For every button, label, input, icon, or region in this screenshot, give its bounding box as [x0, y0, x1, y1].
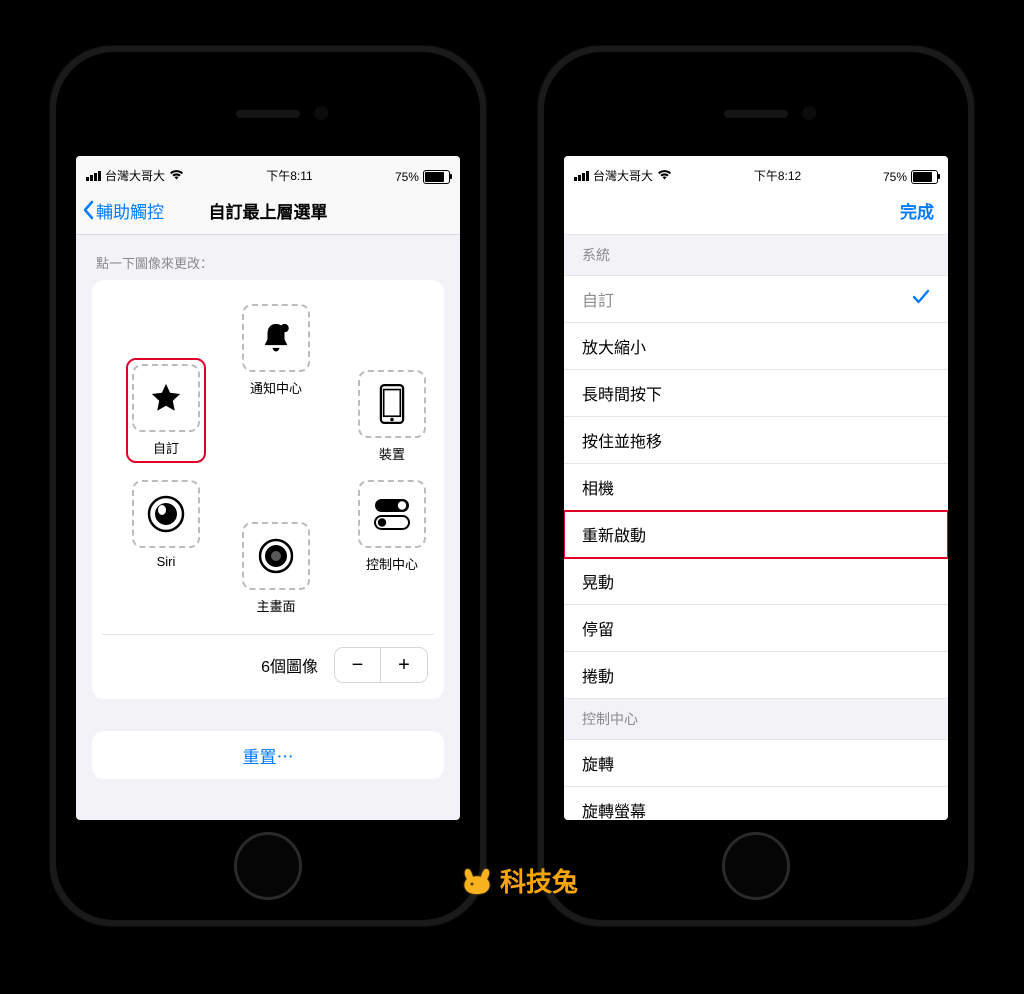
wifi-icon: [169, 169, 184, 183]
back-label: 輔助觸控: [96, 198, 164, 223]
row-scroll[interactable]: 捲動: [564, 652, 948, 699]
battery-icon: [423, 170, 450, 184]
phone-frame-right: 台灣大哥大 下午8:12 75% 完成 系統 自訂 放大縮小 長時間按下 按住並…: [538, 46, 974, 926]
icon-label: 裝置: [358, 444, 426, 463]
icon-label: 自訂: [132, 438, 200, 457]
battery-icon: [911, 170, 938, 184]
options-list: 自訂 放大縮小 長時間按下 按住並拖移 相機 重新啟動 晃動 停留 捲動 控制中…: [564, 276, 948, 820]
checkmark-icon: [912, 289, 930, 310]
row-holddrag[interactable]: 按住並拖移: [564, 417, 948, 464]
stepper-plus[interactable]: +: [381, 648, 427, 682]
battery-percent: 75%: [883, 170, 907, 184]
status-bar: 台灣大哥大 下午8:11 75%: [76, 156, 460, 186]
toggles-icon: [372, 497, 412, 531]
reset-button[interactable]: 重置⋯: [92, 731, 444, 779]
icon-grid-card: 自訂 通知中心 裝置: [92, 280, 444, 699]
icon-slot-device[interactable]: 裝置: [358, 370, 426, 463]
battery-percent: 75%: [395, 170, 419, 184]
icon-count-stepper: − +: [334, 647, 428, 683]
nav-bar: 輔助觸控 自訂最上層選單: [76, 186, 460, 235]
row-custom[interactable]: 自訂: [564, 276, 948, 323]
row-rotatescreen[interactable]: 旋轉螢幕: [564, 787, 948, 820]
icon-slot-home[interactable]: 主畫面: [242, 522, 310, 615]
back-button[interactable]: 輔助觸控: [76, 198, 164, 223]
home-button[interactable]: [722, 832, 790, 900]
nav-bar: 完成: [564, 186, 948, 235]
carrier-label: 台灣大哥大: [105, 167, 165, 184]
done-button[interactable]: 完成: [900, 198, 934, 223]
signal-icon: [86, 171, 101, 181]
icon-slot-siri[interactable]: Siri: [132, 480, 200, 569]
home-button[interactable]: [234, 832, 302, 900]
reset-label: 重置⋯: [243, 743, 294, 768]
section-hint: 點一下圖像來更改：: [76, 235, 460, 280]
chevron-left-icon: [82, 200, 94, 220]
carrier-label: 台灣大哥大: [593, 167, 653, 184]
star-icon: [149, 381, 183, 415]
watermark: 科技兔: [460, 862, 578, 899]
wifi-icon: [657, 169, 672, 183]
section-header-cc: 控制中心: [564, 699, 948, 740]
row-shake[interactable]: 晃動: [564, 558, 948, 605]
device-icon: [379, 384, 405, 424]
icon-label: Siri: [132, 554, 200, 569]
screen-left: 台灣大哥大 下午8:11 75% 輔助觸控 自訂最上層選單 點一下圖像來更改：: [76, 156, 460, 820]
screen-right: 台灣大哥大 下午8:12 75% 完成 系統 自訂 放大縮小 長時間按下 按住並…: [564, 156, 948, 820]
phone-frame-left: 台灣大哥大 下午8:11 75% 輔助觸控 自訂最上層選單 點一下圖像來更改：: [50, 46, 486, 926]
stepper-minus[interactable]: −: [335, 648, 381, 682]
section-header-system: 系統: [564, 235, 948, 276]
row-restart[interactable]: 重新啟動: [564, 511, 948, 558]
row-dwell[interactable]: 停留: [564, 605, 948, 652]
row-camera[interactable]: 相機: [564, 464, 948, 511]
bell-icon: [259, 321, 293, 355]
watermark-text: 科技兔: [500, 862, 578, 899]
icon-slot-custom[interactable]: 自訂: [132, 364, 200, 457]
signal-icon: [574, 171, 589, 181]
rabbit-icon: [460, 866, 494, 896]
icon-slot-control[interactable]: 控制中心: [358, 480, 426, 573]
clock: 下午8:12: [754, 167, 801, 184]
row-zoom[interactable]: 放大縮小: [564, 323, 948, 370]
icon-count-row: 6個圖像 − +: [102, 634, 434, 683]
icon-label: 控制中心: [358, 554, 426, 573]
row-longpress[interactable]: 長時間按下: [564, 370, 948, 417]
icon-count-label: 6個圖像: [261, 653, 318, 677]
icon-label: 通知中心: [242, 378, 310, 397]
icon-slot-notification[interactable]: 通知中心: [242, 304, 310, 397]
siri-icon: [147, 495, 185, 533]
status-bar: 台灣大哥大 下午8:12 75%: [564, 156, 948, 186]
clock: 下午8:11: [266, 167, 312, 184]
row-rotate[interactable]: 旋轉: [564, 740, 948, 787]
home-icon: [257, 537, 295, 575]
icon-label: 主畫面: [242, 596, 310, 615]
